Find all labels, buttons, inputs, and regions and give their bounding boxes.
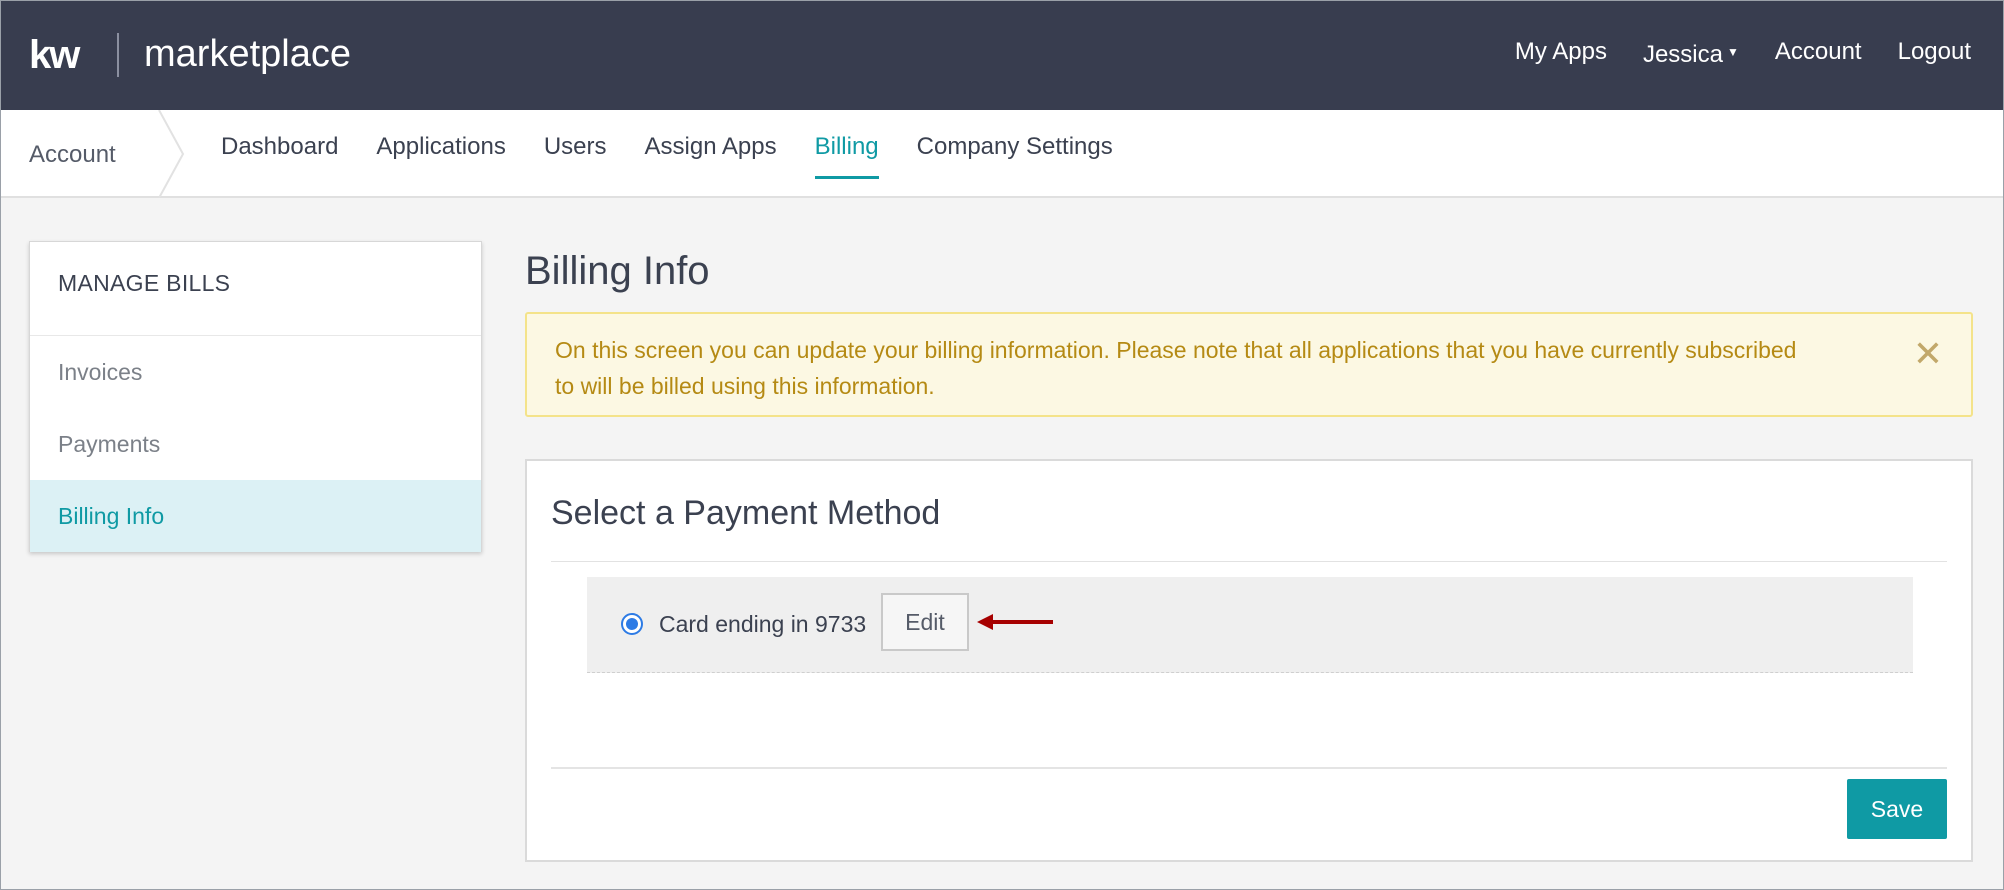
- tab-applications[interactable]: Applications: [376, 130, 505, 179]
- payment-method-card: Select a Payment Method Card ending in 9…: [525, 459, 1973, 862]
- info-alert: On this screen you can update your billi…: [525, 312, 1973, 417]
- tab-users[interactable]: Users: [544, 130, 607, 179]
- top-nav: My Apps Jessica ▼ Account Logout: [1515, 35, 1971, 72]
- page-title: Billing Info: [525, 249, 710, 293]
- card-footer-divider: [551, 767, 1947, 769]
- sub-tabs: Dashboard Applications Users Assign Apps…: [221, 130, 1151, 179]
- payment-method-radio[interactable]: [621, 613, 643, 635]
- tab-company-settings[interactable]: Company Settings: [917, 130, 1113, 179]
- app-window: kw marketplace My Apps Jessica ▼ Account …: [0, 0, 2004, 890]
- card-title: Select a Payment Method: [551, 494, 941, 532]
- alert-text: On this screen you can update your billi…: [555, 337, 1797, 399]
- nav-logout[interactable]: Logout: [1898, 35, 1971, 72]
- panel-heading: MANAGE BILLS: [58, 270, 231, 296]
- tab-assign-apps[interactable]: Assign Apps: [645, 130, 777, 179]
- user-menu[interactable]: Jessica ▼: [1643, 35, 1739, 72]
- marketplace-logo-text[interactable]: marketplace: [144, 31, 351, 77]
- breadcrumb-account[interactable]: Account: [29, 138, 116, 172]
- nav-account[interactable]: Account: [1775, 35, 1862, 72]
- top-bar: kw marketplace My Apps Jessica ▼ Account …: [1, 1, 2003, 110]
- tab-dashboard[interactable]: Dashboard: [221, 130, 338, 179]
- payment-method-row: Card ending in 9733 Edit: [587, 577, 1913, 673]
- arrow-left-icon: [977, 614, 1053, 630]
- card-divider: [551, 561, 1947, 562]
- edit-button[interactable]: Edit: [881, 593, 969, 651]
- logo-divider: [117, 33, 119, 77]
- caret-down-icon: ▼: [1726, 45, 1739, 59]
- close-icon[interactable]: ✕: [1913, 336, 1943, 372]
- nav-my-apps[interactable]: My Apps: [1515, 35, 1607, 72]
- manage-bills-panel: MANAGE BILLS Invoices Payments Billing I…: [29, 241, 482, 552]
- payment-method-label: Card ending in 9733: [659, 611, 867, 637]
- kw-logo[interactable]: kw: [29, 33, 80, 77]
- sidebar-item-invoices[interactable]: Invoices: [30, 336, 481, 408]
- breadcrumb-chevron-icon: [158, 110, 185, 198]
- sub-nav: Account Dashboard Applications Users Ass…: [1, 110, 2003, 198]
- tab-billing[interactable]: Billing: [814, 130, 879, 179]
- sidebar-item-payments[interactable]: Payments: [30, 408, 481, 480]
- sidebar-item-billing-info[interactable]: Billing Info: [30, 480, 481, 552]
- save-button[interactable]: Save: [1847, 779, 1947, 839]
- user-name: Jessica: [1642, 41, 1723, 68]
